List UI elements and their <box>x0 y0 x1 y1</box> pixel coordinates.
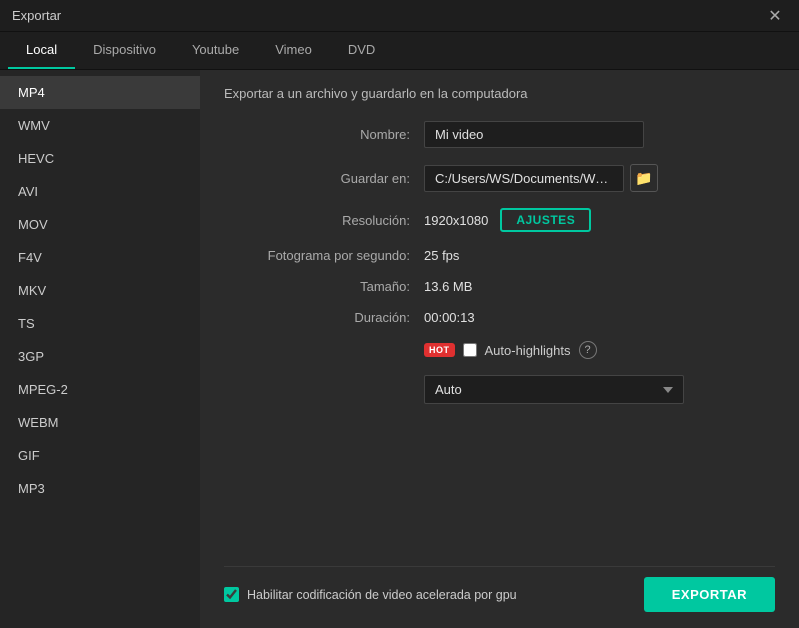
nombre-row: Nombre: <box>224 121 775 148</box>
help-icon[interactable]: ? <box>579 341 597 359</box>
fotograma-row: Fotograma por segundo: 25 fps <box>224 248 775 263</box>
auto-highlights-label[interactable]: Auto-highlights <box>485 343 571 358</box>
ajustes-button[interactable]: AJUSTES <box>500 208 591 232</box>
sidebar-item-mp3[interactable]: MP3 <box>0 472 200 505</box>
tab-bar: Local Dispositivo Youtube Vimeo DVD <box>0 32 799 70</box>
tab-dispositivo[interactable]: Dispositivo <box>75 31 174 69</box>
gpu-acceleration-checkbox[interactable] <box>224 587 239 602</box>
export-button[interactable]: EXPORTAR <box>644 577 775 612</box>
auto-highlights-row: HOT Auto-highlights ? <box>424 341 775 359</box>
hot-badge: HOT <box>424 343 455 357</box>
res-value-row: 1920x1080 AJUSTES <box>424 208 591 232</box>
footer: Habilitar codificación de video acelerad… <box>224 566 775 612</box>
title-bar: Exportar ✕ <box>0 0 799 32</box>
main-area: MP4 WMV HEVC AVI MOV F4V MKV TS 3GP MPEG… <box>0 70 799 628</box>
fotograma-label: Fotograma por segundo: <box>224 248 424 263</box>
sidebar-item-mp4[interactable]: MP4 <box>0 76 200 109</box>
tamano-row: Tamaño: 13.6 MB <box>224 279 775 294</box>
resolucion-value: 1920x1080 <box>424 213 488 228</box>
sidebar-item-mov[interactable]: MOV <box>0 208 200 241</box>
sidebar-item-hevc[interactable]: HEVC <box>0 142 200 175</box>
duracion-value: 00:00:13 <box>424 310 475 325</box>
format-sidebar: MP4 WMV HEVC AVI MOV F4V MKV TS 3GP MPEG… <box>0 70 200 628</box>
auto-highlights-checkbox[interactable] <box>463 343 477 357</box>
sidebar-item-mkv[interactable]: MKV <box>0 274 200 307</box>
fotograma-value: 25 fps <box>424 248 459 263</box>
sidebar-item-3gp[interactable]: 3GP <box>0 340 200 373</box>
dialog-title: Exportar <box>12 8 61 23</box>
tab-vimeo[interactable]: Vimeo <box>257 31 330 69</box>
sidebar-item-avi[interactable]: AVI <box>0 175 200 208</box>
resolucion-label: Resolución: <box>224 213 424 228</box>
tamano-label: Tamaño: <box>224 279 424 294</box>
duracion-label: Duración: <box>224 310 424 325</box>
nombre-input[interactable] <box>424 121 644 148</box>
sidebar-item-mpeg2[interactable]: MPEG-2 <box>0 373 200 406</box>
tab-local[interactable]: Local <box>8 31 75 69</box>
dropdown-row: Auto Manual <box>424 375 775 404</box>
sidebar-item-f4v[interactable]: F4V <box>0 241 200 274</box>
sidebar-item-webm[interactable]: WEBM <box>0 406 200 439</box>
guardar-label: Guardar en: <box>224 171 424 186</box>
tamano-value: 13.6 MB <box>424 279 472 294</box>
content-description: Exportar a un archivo y guardarlo en la … <box>224 86 775 101</box>
footer-left: Habilitar codificación de video acelerad… <box>224 587 517 602</box>
sidebar-item-wmv[interactable]: WMV <box>0 109 200 142</box>
duracion-row: Duración: 00:00:13 <box>224 310 775 325</box>
guardar-input[interactable] <box>424 165 624 192</box>
auto-dropdown[interactable]: Auto Manual <box>424 375 684 404</box>
guardar-row: Guardar en: 📁 <box>224 164 775 192</box>
gpu-acceleration-label[interactable]: Habilitar codificación de video acelerad… <box>247 588 517 602</box>
resolucion-row: Resolución: 1920x1080 AJUSTES <box>224 208 775 232</box>
close-button[interactable]: ✕ <box>763 4 787 28</box>
folder-icon: 📁 <box>635 170 652 187</box>
sidebar-item-ts[interactable]: TS <box>0 307 200 340</box>
folder-browse-button[interactable]: 📁 <box>630 164 658 192</box>
tab-youtube[interactable]: Youtube <box>174 31 257 69</box>
export-content: Exportar a un archivo y guardarlo en la … <box>200 70 799 628</box>
tab-dvd[interactable]: DVD <box>330 31 393 69</box>
nombre-label: Nombre: <box>224 127 424 142</box>
path-row: 📁 <box>424 164 658 192</box>
sidebar-item-gif[interactable]: GIF <box>0 439 200 472</box>
